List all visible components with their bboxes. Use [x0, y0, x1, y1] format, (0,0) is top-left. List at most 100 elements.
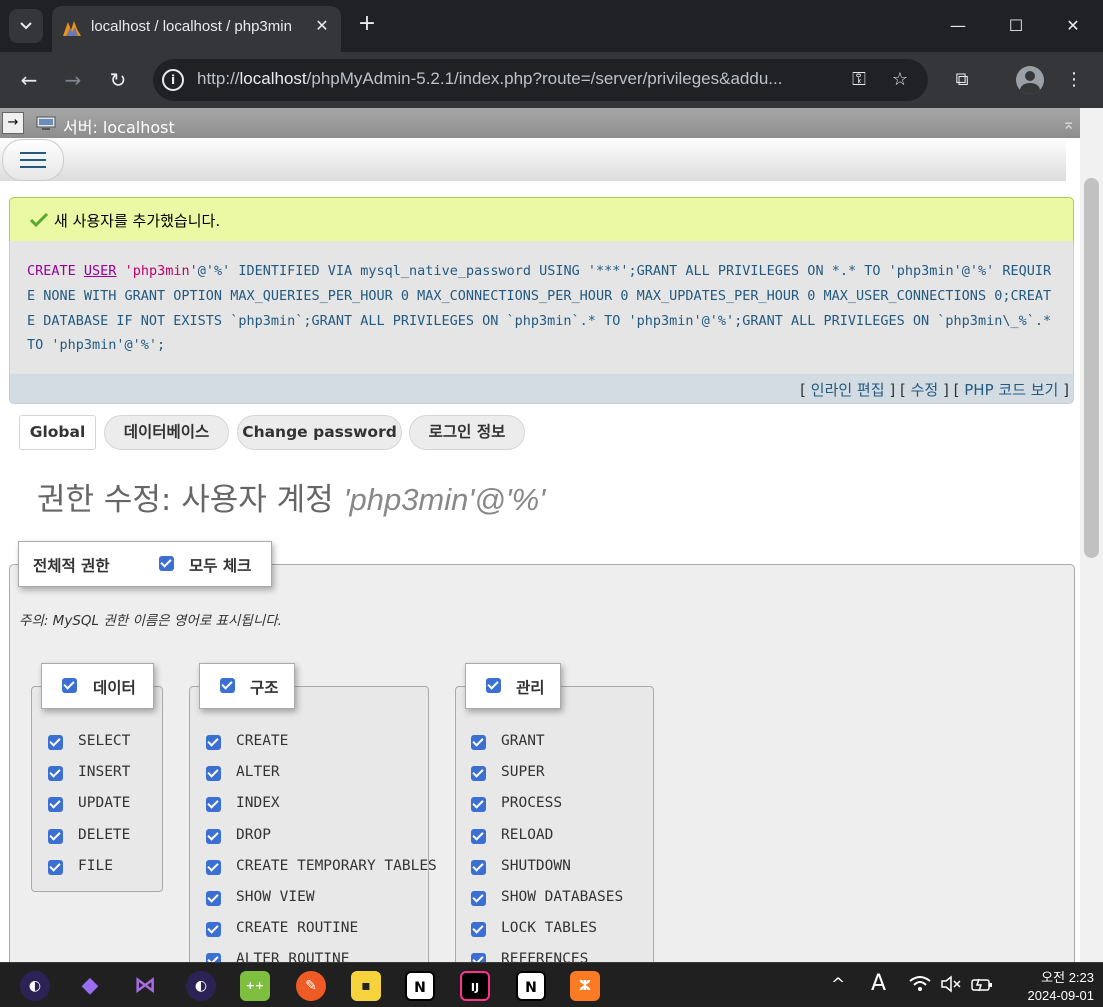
check-all-checkbox[interactable] — [159, 556, 174, 571]
privilege-label[interactable]: INDEX — [236, 795, 280, 811]
privilege-checkbox[interactable] — [471, 766, 486, 782]
privilege-label[interactable]: ALTER ROUTINE — [236, 951, 350, 962]
sticky-notes-icon[interactable]: ▪ — [351, 971, 381, 1001]
sql-keyword-link[interactable]: USER — [84, 263, 117, 279]
privilege-label[interactable]: CREATE — [236, 733, 288, 749]
privilege-label[interactable]: SELECT — [78, 733, 130, 749]
privilege-checkbox[interactable] — [471, 735, 486, 750]
maximize-icon[interactable]: ☐ — [1002, 12, 1030, 40]
browser-menu-icon[interactable]: ⋮ — [1060, 66, 1088, 94]
privilege-label[interactable]: LOCK TABLES — [501, 920, 597, 936]
privilege-label[interactable]: GRANT — [501, 733, 545, 749]
data-group-label[interactable]: 데이터 — [93, 676, 136, 698]
site-info-icon[interactable]: i — [162, 69, 184, 91]
privilege-label[interactable]: DELETE — [78, 827, 130, 843]
privilege-checkbox[interactable] — [206, 922, 221, 938]
privilege-checkbox[interactable] — [206, 891, 221, 906]
privilege-checkbox[interactable] — [206, 797, 221, 813]
data-group-checkbox[interactable] — [62, 678, 77, 693]
privilege-checkbox[interactable] — [206, 828, 221, 844]
address-bar[interactable]: i http://localhost/phpMyAdmin-5.2.1/inde… — [153, 59, 928, 101]
privilege-label[interactable]: INSERT — [78, 764, 130, 780]
tab-database[interactable]: 데이터베이스 — [104, 415, 229, 450]
server-breadcrumb[interactable]: 서버: localhost — [63, 114, 175, 138]
privilege-label[interactable]: SHOW DATABASES — [501, 889, 623, 905]
privilege-label[interactable]: ALTER — [236, 764, 280, 780]
forward-icon[interactable]: → — [59, 66, 87, 94]
privilege-label[interactable]: REFERENCES — [501, 951, 588, 962]
inline-edit-link[interactable]: 인라인 편집 — [811, 381, 885, 399]
privilege-checkbox[interactable] — [206, 766, 221, 782]
privilege-checkbox[interactable] — [206, 859, 221, 875]
admin-group-label[interactable]: 관리 — [516, 676, 545, 698]
browser-toolbar: ← → ↻ i http://localhost/phpMyAdmin-5.2.… — [0, 52, 1103, 108]
extensions-icon[interactable]: ⧉ — [948, 66, 976, 94]
privilege-checkbox[interactable] — [471, 859, 486, 875]
obsidian-icon[interactable]: ◆ — [75, 971, 105, 1001]
structure-group-label[interactable]: 구조 — [250, 676, 279, 698]
privilege-checkbox[interactable] — [48, 859, 63, 875]
tray-overflow-icon[interactable]: ^ — [831, 975, 845, 995]
edit-link[interactable]: 수정 — [911, 381, 939, 399]
privilege-checkbox[interactable] — [471, 828, 486, 844]
notepad-plus-plus-icon[interactable]: ++ — [240, 971, 270, 1001]
privilege-label[interactable]: CREATE TEMPORARY TABLES — [236, 858, 437, 874]
admin-group-checkbox[interactable] — [486, 678, 501, 693]
postman-icon[interactable]: ✎ — [296, 971, 326, 1001]
input-method-icon[interactable]: A — [871, 971, 886, 996]
eclipse-icon[interactable]: ◐ — [186, 971, 216, 1001]
structure-group-checkbox[interactable] — [220, 678, 235, 693]
intellij-icon[interactable]: IJ — [460, 971, 490, 1001]
password-key-icon[interactable]: ⚿ — [847, 68, 871, 92]
privilege-checkbox[interactable] — [471, 922, 486, 938]
privilege-label[interactable]: SHOW VIEW — [236, 889, 315, 905]
hamburger-menu-button[interactable] — [2, 139, 64, 181]
privilege-checkbox[interactable] — [471, 797, 486, 813]
privilege-label[interactable]: DROP — [236, 827, 271, 843]
tab-close-icon[interactable]: ✕ — [311, 15, 333, 37]
visual-studio-icon[interactable]: ⋈ — [130, 971, 160, 1001]
page-scrollbar[interactable] — [1080, 108, 1103, 962]
privilege-checkbox[interactable] — [471, 891, 486, 906]
browser-tab[interactable]: localhost / localhost / php3min ✕ — [52, 6, 341, 52]
privilege-checkbox[interactable] — [48, 735, 63, 750]
back-icon[interactable]: ← — [15, 66, 43, 94]
tab-change-password[interactable]: Change password — [237, 415, 402, 450]
privilege-checkbox[interactable] — [471, 953, 486, 962]
window-close-icon[interactable]: ✕ — [1059, 12, 1087, 40]
tab-global[interactable]: Global — [19, 415, 96, 450]
privilege-checkbox[interactable] — [48, 797, 63, 813]
eclipse-icon[interactable]: ◐ — [20, 971, 50, 1001]
privilege-label[interactable]: SHUTDOWN — [501, 858, 571, 874]
url-text[interactable]: http://localhost/phpMyAdmin-5.2.1/index.… — [197, 69, 837, 89]
profile-avatar-icon[interactable] — [1016, 66, 1044, 94]
check-all-label[interactable]: 모두 체크 — [189, 554, 251, 576]
battery-icon[interactable] — [970, 975, 994, 998]
bookmark-star-icon[interactable]: ☆ — [888, 68, 912, 92]
php-code-link[interactable]: PHP 코드 보기 — [964, 381, 1058, 399]
tab-search-button[interactable] — [9, 9, 43, 43]
tab-login-info[interactable]: 로그인 정보 — [409, 415, 525, 450]
privilege-checkbox[interactable] — [206, 735, 221, 750]
privilege-checkbox[interactable] — [48, 828, 63, 844]
privilege-label[interactable]: FILE — [78, 858, 113, 874]
privilege-label[interactable]: RELOAD — [501, 827, 553, 843]
privilege-checkbox[interactable] — [206, 953, 221, 962]
notion-icon[interactable]: N — [516, 971, 546, 1001]
privilege-checkbox[interactable] — [48, 766, 63, 782]
scrollbar-thumb[interactable] — [1084, 178, 1099, 558]
privilege-label[interactable]: SUPER — [501, 764, 545, 780]
reload-icon[interactable]: ↻ — [104, 66, 132, 94]
privilege-label[interactable]: UPDATE — [78, 795, 130, 811]
privilege-label[interactable]: PROCESS — [501, 795, 562, 811]
notion-icon[interactable]: N — [405, 971, 435, 1001]
navigation-toggle-arrow-icon[interactable]: → — [2, 112, 24, 134]
wifi-icon[interactable] — [909, 975, 931, 998]
system-clock[interactable]: 오전 2:23 2024-09-01 — [1008, 969, 1095, 1005]
minimize-icon[interactable]: — — [944, 12, 972, 40]
xampp-icon[interactable]: ⵣ — [570, 971, 600, 1001]
privilege-label[interactable]: CREATE ROUTINE — [236, 920, 358, 936]
new-tab-button[interactable]: + — [355, 12, 379, 36]
volume-muted-icon[interactable] — [940, 975, 962, 998]
scroll-top-icon[interactable]: ⌅ — [1062, 114, 1075, 133]
